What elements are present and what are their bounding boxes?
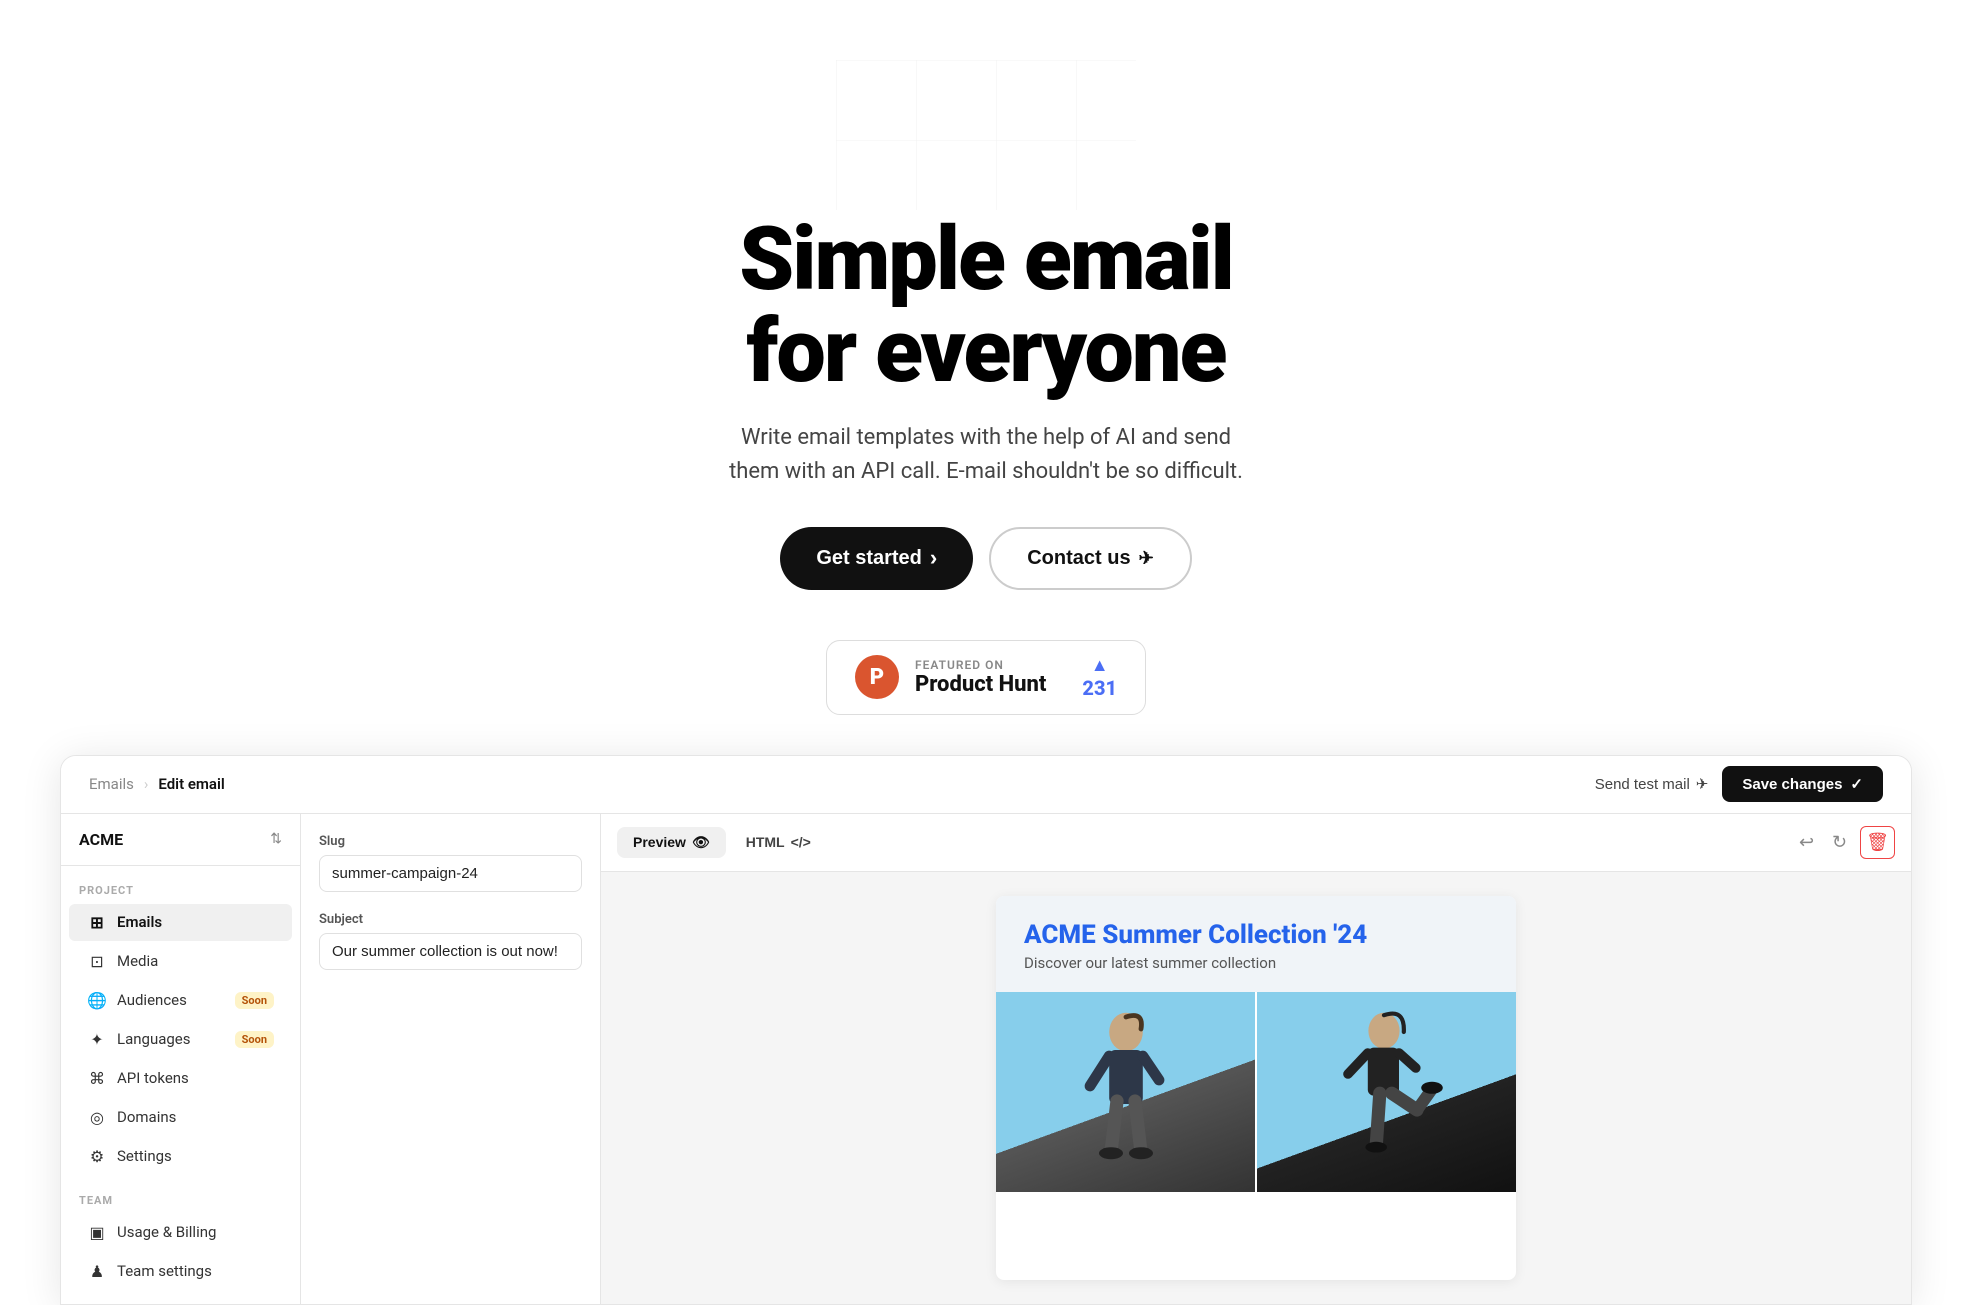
breadcrumb-separator: ›: [144, 775, 149, 793]
save-changes-button[interactable]: Save changes ✓: [1722, 766, 1883, 802]
ph-text-block: FEATURED ON Product Hunt: [915, 658, 1046, 697]
ph-votes-count: 231: [1082, 676, 1117, 700]
contact-us-label: Contact us: [1027, 547, 1130, 570]
hero-buttons: Get started Contact us ✈: [780, 527, 1191, 590]
send-icon: ✈: [1696, 775, 1709, 793]
sidebar-domains-label: Domains: [117, 1108, 176, 1126]
team-icon: ♟: [87, 1262, 107, 1281]
email-subtitle: Discover our latest summer collection: [1024, 954, 1488, 972]
topbar-actions: Send test mail ✈ Save changes ✓: [1595, 766, 1883, 802]
undo-button[interactable]: ↩: [1794, 827, 1819, 858]
ph-upvote-arrow: ▲: [1091, 655, 1109, 676]
slug-field: Slug: [319, 834, 582, 892]
ph-votes: ▲ 231: [1082, 655, 1117, 700]
domains-icon: ◎: [87, 1108, 107, 1127]
languages-badge: Soon: [235, 1031, 274, 1048]
workspace-name: ACME: [79, 830, 123, 849]
sidebar-languages-label: Languages: [117, 1030, 191, 1048]
ph-product-name: Product Hunt: [915, 672, 1046, 697]
save-changes-label: Save changes: [1742, 776, 1842, 793]
subject-label: Subject: [319, 912, 582, 927]
breadcrumb-current: Edit email: [158, 775, 224, 793]
redo-button[interactable]: ↻: [1827, 827, 1852, 858]
sidebar-item-media[interactable]: ⊡ Media: [69, 943, 292, 980]
html-tab-label: HTML: [746, 834, 785, 850]
app-window: Emails › Edit email Send test mail ✈ Sav…: [60, 755, 1912, 1305]
sidebar-item-settings[interactable]: ⚙ Settings: [69, 1138, 292, 1175]
email-preview: ACME Summer Collection '24 Discover our …: [996, 896, 1516, 1280]
slug-label: Slug: [319, 834, 582, 849]
chevron-icon: ⇅: [270, 831, 282, 847]
contact-us-button[interactable]: Contact us ✈: [989, 527, 1191, 590]
send-icon: ✈: [1139, 548, 1154, 569]
middle-panel: Slug Subject: [301, 814, 601, 1304]
eye-icon: 👁: [692, 834, 710, 851]
sidebar-audiences-label: Audiences: [117, 991, 187, 1009]
sidebar: ACME ⇅ PROJECT ⊞ Emails ⊡ Media 🌐 Audien…: [61, 814, 301, 1304]
sidebar-item-api-tokens[interactable]: ⌘ API tokens: [69, 1060, 292, 1097]
emails-icon: ⊞: [87, 913, 107, 932]
preview-tabs: Preview 👁 HTML </> ↩ ↻ 🗑: [601, 814, 1911, 872]
breadcrumb-parent[interactable]: Emails: [89, 775, 134, 793]
audiences-badge: Soon: [235, 992, 274, 1009]
sidebar-api-tokens-label: API tokens: [117, 1069, 189, 1087]
subject-field: Subject: [319, 912, 582, 970]
sidebar-item-emails[interactable]: ⊞ Emails: [69, 904, 292, 941]
preview-actions: ↩ ↻ 🗑: [1794, 826, 1895, 859]
audiences-icon: 🌐: [87, 991, 107, 1010]
workspace-selector[interactable]: ACME ⇅: [61, 814, 300, 866]
sidebar-item-team-settings[interactable]: ♟ Team settings: [69, 1253, 292, 1290]
tab-preview[interactable]: Preview 👁: [617, 827, 726, 858]
code-icon: </>: [791, 834, 811, 850]
hero-title: Simple email for everyone: [739, 214, 1233, 399]
settings-icon: ⚙: [87, 1147, 107, 1166]
tab-html[interactable]: HTML </>: [730, 827, 827, 857]
sidebar-item-domains[interactable]: ◎ Domains: [69, 1099, 292, 1136]
sidebar-team-label: TEAM: [61, 1176, 300, 1213]
ph-logo: P: [855, 655, 899, 699]
send-test-button[interactable]: Send test mail ✈: [1595, 775, 1709, 793]
product-hunt-badge[interactable]: P FEATURED ON Product Hunt ▲ 231: [826, 640, 1146, 715]
preview-tab-label: Preview: [633, 834, 686, 850]
sidebar-item-audiences[interactable]: 🌐 Audiences Soon: [69, 982, 292, 1019]
preview-content: ACME Summer Collection '24 Discover our …: [601, 872, 1911, 1304]
billing-icon: ▣: [87, 1223, 107, 1242]
sidebar-billing-label: Usage & Billing: [117, 1223, 216, 1241]
sidebar-item-usage-billing[interactable]: ▣ Usage & Billing: [69, 1214, 292, 1251]
email-images: [996, 992, 1516, 1192]
slug-input[interactable]: [319, 855, 582, 892]
sidebar-media-label: Media: [117, 952, 158, 970]
api-tokens-icon: ⌘: [87, 1069, 107, 1088]
email-title: ACME Summer Collection '24: [1024, 920, 1488, 950]
sidebar-team-settings-label: Team settings: [117, 1262, 212, 1280]
athlete-image-2: [1257, 992, 1516, 1192]
sidebar-project-label: PROJECT: [61, 866, 300, 903]
sidebar-item-languages[interactable]: ✦ Languages Soon: [69, 1021, 292, 1058]
get-started-button[interactable]: Get started: [780, 527, 973, 590]
app-body: ACME ⇅ PROJECT ⊞ Emails ⊡ Media 🌐 Audien…: [61, 814, 1911, 1304]
breadcrumb: Emails › Edit email: [89, 775, 1595, 793]
sidebar-settings-label: Settings: [117, 1147, 172, 1165]
preview-panel: Preview 👁 HTML </> ↩ ↻ 🗑 ACME Summer Col…: [601, 814, 1911, 1304]
sidebar-emails-label: Emails: [117, 913, 162, 931]
subject-input[interactable]: [319, 933, 582, 970]
send-test-label: Send test mail: [1595, 776, 1690, 793]
email-header: ACME Summer Collection '24 Discover our …: [996, 896, 1516, 992]
check-icon: ✓: [1850, 775, 1863, 793]
media-icon: ⊡: [87, 952, 107, 971]
app-topbar: Emails › Edit email Send test mail ✈ Sav…: [61, 756, 1911, 814]
hero-subtitle: Write email templates with the help of A…: [726, 421, 1246, 489]
languages-icon: ✦: [87, 1030, 107, 1049]
ph-featured-label: FEATURED ON: [915, 658, 1046, 672]
athlete-image-1: [996, 992, 1255, 1192]
delete-button[interactable]: 🗑: [1860, 826, 1895, 859]
